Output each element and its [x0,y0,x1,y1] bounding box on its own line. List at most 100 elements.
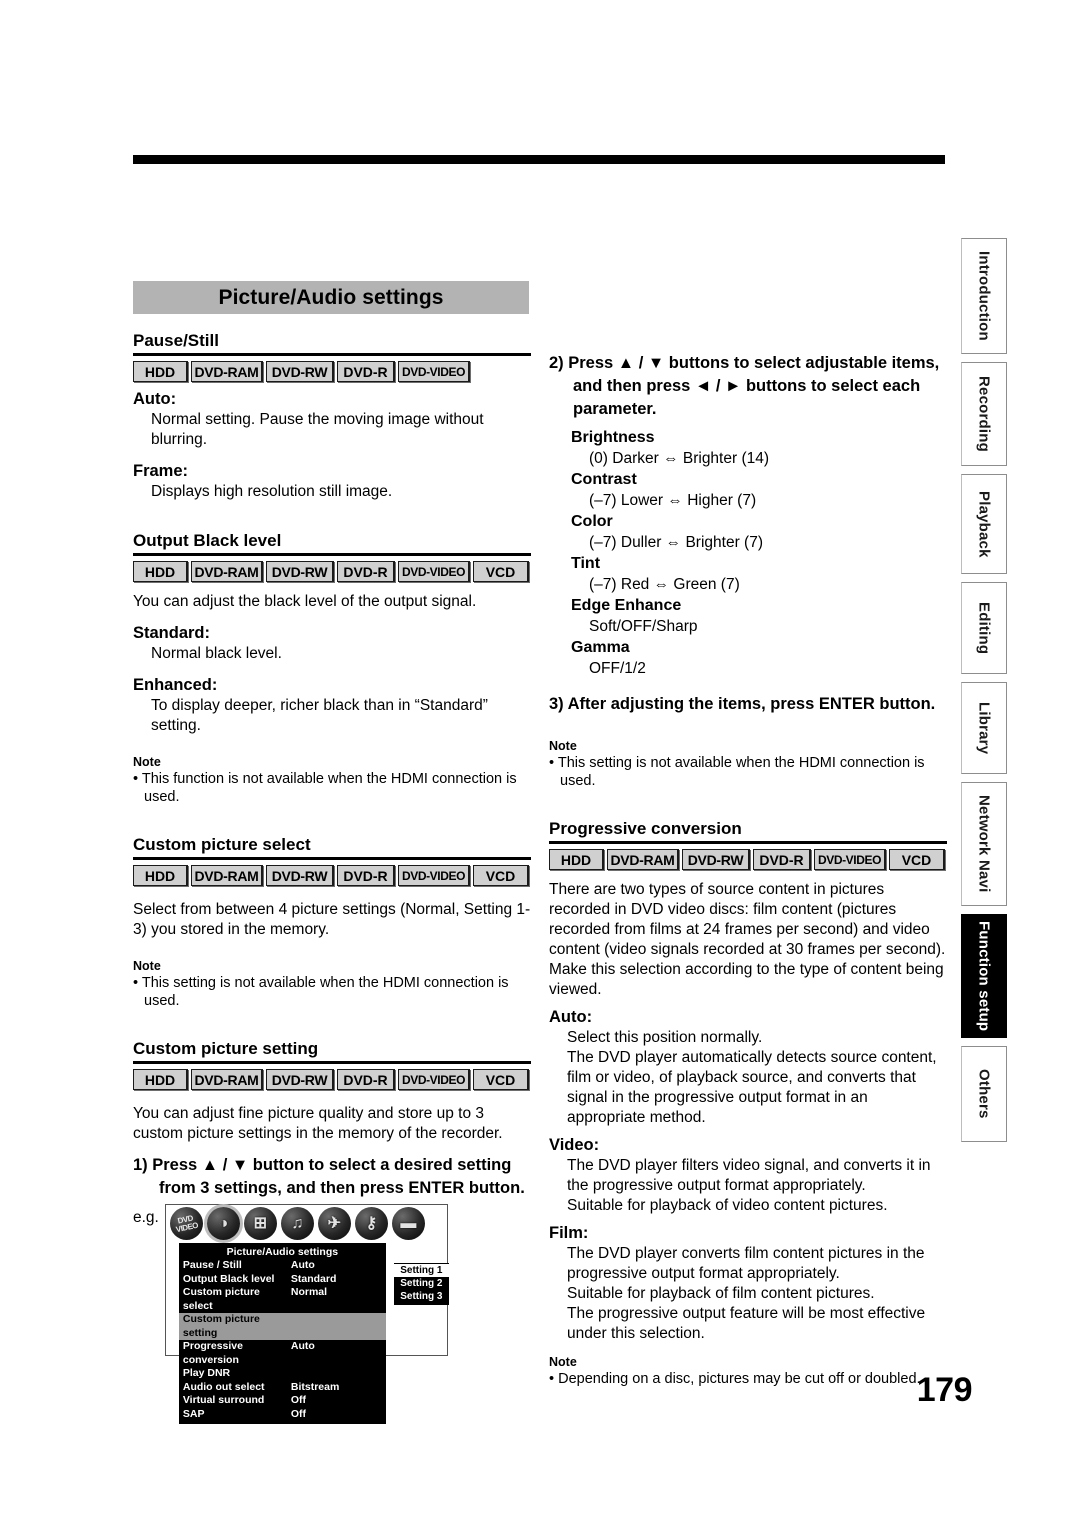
badge-dvd-r: DVD-R [337,361,395,382]
osd-icon-glyph: ⊞ [253,1214,268,1232]
osd-row[interactable]: Pause / Still Auto [179,1259,386,1273]
badge-dvd-r: DVD-R [337,1069,395,1090]
osd-icon-row: DVD VIDEO ◑ ⊞ ♫ ✈ ⚷ ▬ [169,1207,425,1240]
header-rule [133,155,945,164]
osd-display-icon[interactable]: ⊞ [243,1207,277,1240]
badge-dvd-video: DVD-VIDEO [398,361,470,382]
page-title-banner: Picture/Audio settings [133,281,529,314]
osd-row-value: Auto [290,1340,315,1352]
badge-dvd-rw: DVD-RW [266,865,334,886]
osd-row-key: Play DNR [182,1367,231,1379]
side-tab-function-setup[interactable]: Function setup [961,914,1007,1038]
param-name-brightness: Brightness [571,429,655,446]
section-heading-custom-picture-setting: Custom picture setting [133,1038,531,1064]
osd-row[interactable]: Custom picture setting [178,1313,386,1340]
osd-row-value: Off [290,1394,307,1406]
badge-hdd: HDD [133,561,188,582]
param-value-brightness: (0) Darker ⇔ Brighter (14) [589,450,770,467]
side-tab-playback[interactable]: Playback [961,474,1007,574]
text-custom-picture-setting-intro: You can adjust fine picture quality and … [133,1105,503,1142]
media-badges-custom-picture-setting: HDD DVD-RAM DVD-RW DVD-R DVD-VIDEO VCD [133,1069,531,1090]
osd-row-value [291,1367,382,1381]
note-heading-output-black-level: Note [133,755,161,769]
osd-row-key: Virtual surround [182,1394,265,1406]
badge-dvd-r: DVD-R [753,849,811,870]
text-custom-picture-select-intro: Select from between 4 picture settings (… [133,901,531,938]
osd-row-key: Custom picture setting [182,1313,260,1339]
section-heading-pause-still: Pause/Still [133,330,531,356]
osd-row[interactable]: Progressive conversion Auto [179,1340,386,1367]
osd-dvd-video-icon[interactable]: DVD VIDEO [169,1207,203,1240]
osd-screenshot: DVD VIDEO ◑ ⊞ ♫ ✈ ⚷ ▬ Picture/Audio settings Pa… [164,1204,449,1424]
osd-submenu-item[interactable]: Setting 3 [394,1290,449,1303]
side-tab-label: Network Navi [975,795,993,893]
badge-dvd-ram: DVD-RAM [607,849,679,870]
param-name-contrast: Contrast [571,471,637,488]
osd-submenu: Setting 1 Setting 2 Setting 3 [393,1263,449,1305]
note-heading-custom-picture-select: Note [133,959,161,973]
text-pc-film: The DVD player converts film content pic… [567,1245,926,1342]
badge-dvd-rw: DVD-RW [682,849,750,870]
osd-icon-glyph: DVD VIDEO [175,1213,199,1234]
media-badges-pause-still: HDD DVD-RAM DVD-RW DVD-R DVD-VIDEO [133,361,531,382]
side-tab-label: Library [975,701,993,755]
label-pause-still-auto: Auto: [133,390,177,408]
osd-row[interactable]: Play DNR [179,1367,386,1381]
osd-row-key: Pause / Still [182,1259,242,1271]
note-text-output-black-level: • This function is not available when th… [133,771,517,805]
badge-hdd: HDD [133,361,188,382]
side-tab-network-navi[interactable]: Network Navi [961,782,1007,906]
text-output-black-level-intro: You can adjust the black level of the ou… [133,593,477,610]
side-tab-introduction[interactable]: Introduction [961,238,1007,354]
manual-page: Introduction Recording Playback Editing Libr… [0,0,1080,1528]
badge-dvd-r: DVD-R [337,865,395,886]
note-text-progressive-conversion: • Depending on a disc, pictures may be c… [549,1371,921,1387]
param-value-contrast: (–7) Lower ⇔ Higher (7) [589,492,757,509]
page-title: Picture/Audio settings [218,285,444,309]
note-text-custom-picture-select: • This setting is not available when the… [133,975,509,1009]
side-tab-editing[interactable]: Editing [961,582,1007,674]
osd-row[interactable]: Audio out select Bitstream [179,1381,386,1395]
text-pause-still-frame: Displays high resolution still image. [151,483,393,500]
osd-row[interactable]: Custom picture select Normal [179,1286,386,1313]
osd-playback-icon[interactable]: ✈ [317,1207,351,1240]
osd-parental-lock-icon[interactable]: ⚷ [354,1207,388,1240]
param-name-edge-enhance: Edge Enhance [571,597,682,614]
text-standard: Normal black level. [151,645,282,662]
badge-dvd-rw: DVD-RW [266,1069,334,1090]
side-tab-recording[interactable]: Recording [961,362,1007,466]
text-enhanced: To display deeper, richer black than in … [151,697,488,734]
step-3-press-enter: 3) After adjusting the items, press ENTE… [549,695,936,713]
osd-row[interactable]: Virtual surround Off [179,1394,386,1408]
badge-dvd-rw: DVD-RW [266,361,334,382]
media-badges-progressive-conversion: HDD DVD-RAM DVD-RW DVD-R DVD-VIDEO VCD [549,849,947,870]
badge-hdd: HDD [549,849,604,870]
osd-dvd-disc-icon[interactable]: ▬ [391,1207,425,1240]
osd-picture-audio-icon[interactable]: ◑ [206,1207,240,1240]
label-enhanced: Enhanced: [133,676,218,694]
label-pause-still-frame: Frame: [133,462,189,480]
side-tab-others[interactable]: Others [961,1046,1007,1142]
badge-dvd-video: DVD-VIDEO [398,561,470,582]
osd-menu-panel: Picture/Audio settings Pause / Still Auto… [178,1243,386,1424]
osd-row[interactable]: Output Black level Standard [179,1273,386,1287]
side-tab-strip: Introduction Recording Playback Editing Libr… [961,238,1011,1150]
note-heading-step3: Note [549,739,577,753]
badge-hdd: HDD [133,1069,188,1090]
badge-dvd-ram: DVD-RAM [191,865,263,886]
osd-icon-glyph: ♫ [291,1214,304,1232]
osd-row-value [291,1313,382,1340]
osd-row-value: Auto [290,1259,315,1271]
osd-menu-title: Picture/Audio settings [226,1246,339,1258]
osd-icon-glyph: ⚷ [365,1214,378,1232]
osd-recording-icon[interactable]: ♫ [280,1207,314,1240]
param-name-tint: Tint [571,555,601,572]
osd-row[interactable]: SAP Off [179,1408,386,1422]
section-heading-output-black-level: Output Black level [133,530,531,556]
osd-submenu-item[interactable]: Setting 1 [393,1264,449,1277]
osd-submenu-item[interactable]: Setting 2 [394,1277,449,1290]
osd-row-value: Standard [290,1272,337,1285]
note-heading-progressive-conversion: Note [549,1355,577,1369]
side-tab-library[interactable]: Library [961,682,1007,774]
osd-icon-glyph: ◑ [218,1214,229,1232]
